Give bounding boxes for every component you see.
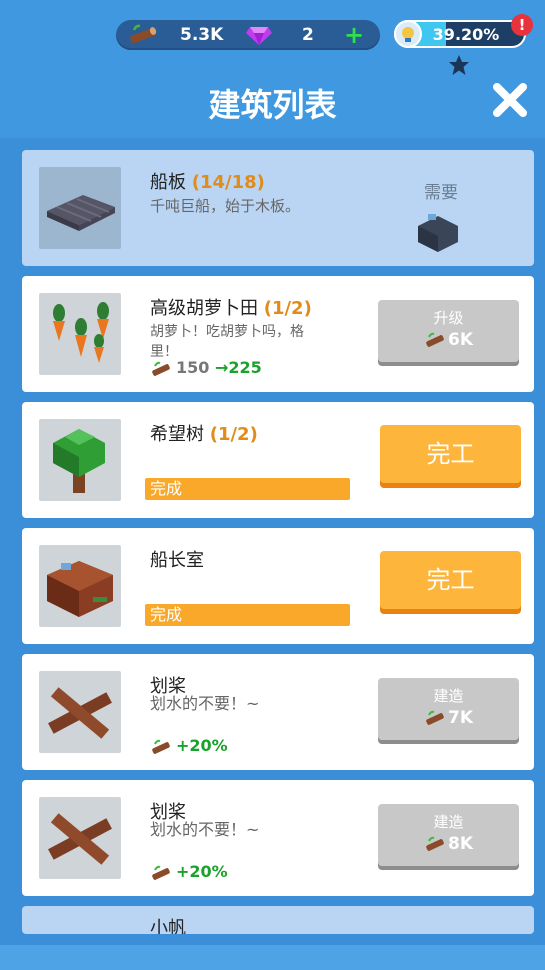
gem-amount: 2	[302, 25, 314, 45]
building-card-hope-tree: 希望树 (1/2) 完成 完工	[22, 402, 534, 518]
wood-log-icon	[426, 332, 444, 347]
building-name: 希望树 (1/2)	[150, 424, 258, 445]
complete-button[interactable]: 完工	[380, 551, 521, 609]
alert-badge[interactable]: !	[511, 14, 533, 36]
star-icon	[449, 55, 469, 75]
bonus-stat: +20%	[150, 736, 228, 755]
add-gems-button[interactable]: +	[344, 21, 364, 49]
bottom-bar	[0, 945, 545, 970]
upgrade-button[interactable]: 升级 6K	[378, 300, 519, 362]
button-label: 建造	[433, 687, 464, 705]
build-button[interactable]: 建造 8K	[378, 804, 519, 866]
building-description: 胡萝卜！吃胡萝卜吗，格里！	[150, 324, 304, 360]
button-label: 升级	[433, 309, 464, 327]
button-label: 建造	[433, 813, 464, 831]
carrot-icon	[53, 302, 109, 363]
build-button[interactable]: 建造 7K	[378, 678, 519, 740]
status-bar: 完成	[145, 478, 350, 500]
gem-icon	[246, 27, 272, 45]
wood-amount: 5.3K	[180, 25, 224, 45]
wood-log-icon	[152, 361, 170, 376]
building-description: 划水的不要！~	[150, 694, 260, 713]
wood-log-icon	[152, 865, 170, 880]
tree-icon	[53, 429, 105, 493]
building-thumb	[39, 293, 121, 375]
building-description: 千吨巨船，始于木板。	[150, 197, 301, 215]
cabin-building-icon	[47, 561, 113, 617]
building-thumb	[39, 797, 121, 879]
building-card-oars: 划桨 划水的不要！~ +20% 建造 7K	[22, 654, 534, 770]
wood-log-icon	[426, 710, 444, 725]
cabin-building-icon	[418, 214, 458, 252]
building-card-carrot-field: 高级胡萝卜田 (1/2) 胡萝卜！吃胡萝卜吗，格里！ 150 →225 升级 6…	[22, 276, 534, 392]
building-name: 小帆	[150, 918, 186, 934]
building-thumb	[39, 671, 121, 753]
page-title: 建筑列表	[208, 86, 337, 124]
production-stat: 150 →225	[150, 358, 262, 377]
button-cost: 6K	[378, 330, 519, 350]
building-name: 高级胡萝卜田 (1/2)	[150, 298, 312, 319]
wood-log-icon	[426, 836, 444, 851]
close-icon[interactable]	[492, 82, 528, 118]
bonus-stat: +20%	[150, 862, 228, 881]
button-cost: 8K	[378, 834, 519, 854]
oars-icon	[48, 687, 112, 739]
building-thumb	[39, 419, 121, 501]
building-thumb	[39, 167, 121, 249]
building-card-ship-plank: 船板 (14/18) 千吨巨船，始于木板。 需要	[22, 150, 534, 266]
trophy-icon[interactable]	[394, 20, 422, 48]
button-cost: 7K	[378, 708, 519, 728]
oars-icon	[48, 813, 112, 865]
building-card-small-sail: 小帆	[22, 906, 534, 934]
complete-button[interactable]: 完工	[380, 425, 521, 483]
status-bar: 完成	[145, 604, 350, 626]
requirement-label: 需要	[424, 183, 458, 203]
building-card-oars: 划桨 划水的不要！~ +20% 建造 8K	[22, 780, 534, 896]
building-thumb	[39, 545, 121, 627]
wood-log-icon	[152, 739, 170, 754]
resource-bar: 5.3K 2 +	[116, 20, 380, 50]
building-card-captain-room: 船长室 完成 完工	[22, 528, 534, 644]
building-description: 划水的不要！~	[150, 820, 260, 839]
building-name: 船长室	[150, 550, 204, 571]
building-name: 船板 (14/18)	[150, 172, 265, 193]
wooden-plank-icon	[47, 195, 115, 231]
wood-log-icon	[130, 24, 157, 44]
